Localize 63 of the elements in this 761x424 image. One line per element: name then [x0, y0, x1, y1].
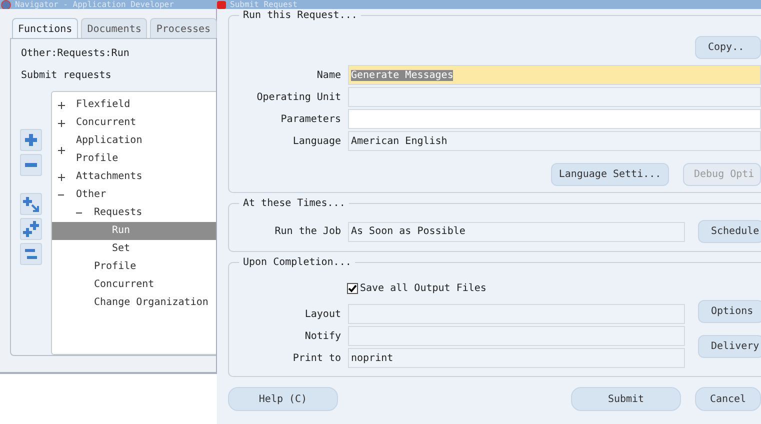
tree-item[interactable]: Concurrent: [52, 114, 216, 132]
input-field[interactable]: [348, 304, 685, 324]
expand-all-icon: [23, 196, 39, 212]
collapse-icon[interactable]: [58, 192, 64, 198]
input-field[interactable]: As Soon as Possible: [348, 222, 685, 242]
language-settings-button[interactable]: Language Setti...: [551, 163, 669, 186]
plus-cluster-icon: [23, 221, 39, 237]
expand-all-button[interactable]: [20, 193, 42, 215]
tree-item[interactable]: Set: [52, 240, 216, 258]
field-label: Name: [316, 70, 342, 80]
expand-icon[interactable]: [58, 174, 65, 180]
plus-icon: [23, 132, 39, 148]
group-legend: Upon Completion...: [239, 257, 356, 268]
tab[interactable]: Functions: [12, 18, 78, 38]
description-text: Submit requests: [20, 69, 112, 83]
plus-button[interactable]: [20, 129, 42, 151]
schedule-button[interactable]: Schedule: [698, 220, 761, 243]
path-text: Other:Requests:Run: [20, 47, 130, 61]
field-label: Run the Job: [274, 226, 342, 237]
tab[interactable]: Processes: [150, 18, 217, 38]
input-field[interactable]: noprint: [348, 348, 685, 368]
plus-cluster-button[interactable]: [20, 218, 42, 240]
side-button[interactable]: Options: [698, 300, 761, 323]
expand-icon[interactable]: [58, 146, 65, 154]
input-field[interactable]: American English: [348, 131, 761, 151]
footer-button[interactable]: Submit: [571, 387, 681, 411]
tab[interactable]: Documents: [81, 18, 148, 38]
field-label: Print to: [292, 352, 342, 364]
collapse-icon[interactable]: [76, 210, 82, 216]
tree-item[interactable]: Profile: [52, 258, 216, 276]
minus-button[interactable]: [20, 154, 42, 176]
footer-button[interactable]: Cancel: [695, 387, 761, 411]
expand-icon[interactable]: [58, 102, 65, 108]
field-label: Notify: [304, 330, 342, 342]
input-field[interactable]: [348, 109, 761, 129]
input-field[interactable]: Generate Messages: [348, 65, 761, 85]
minus-cluster-button[interactable]: [20, 243, 42, 265]
tree-item[interactable]: Application Profile: [52, 132, 216, 168]
expand-icon[interactable]: [58, 120, 65, 126]
field-label: Parameters: [280, 114, 342, 124]
tree-item[interactable]: Attachments: [52, 168, 216, 186]
copy-button[interactable]: Copy..: [695, 36, 761, 59]
field-label: Operating Unit: [256, 92, 342, 102]
tree-item[interactable]: Change Organization: [52, 294, 216, 312]
tree-item[interactable]: Other: [52, 186, 216, 204]
field-label: Layout: [304, 308, 342, 320]
minus-cluster-icon: [23, 246, 39, 262]
window-title: Navigator - Application Developer: [15, 0, 174, 9]
input-field[interactable]: [348, 326, 685, 346]
field-label: Language: [292, 136, 342, 146]
help-button[interactable]: Help (C): [228, 387, 338, 411]
globe-icon: [1, 0, 11, 9]
app-icon: [217, 0, 226, 8]
side-button[interactable]: Delivery: [698, 335, 761, 358]
checkbox[interactable]: [347, 283, 358, 294]
input-field[interactable]: [348, 87, 761, 107]
group-legend: At these Times...: [239, 198, 350, 209]
tree-item[interactable]: Requests: [52, 204, 216, 222]
tree-item[interactable]: Flexfield: [52, 96, 216, 114]
checkbox-label: Save all Output Files: [360, 283, 486, 294]
tree-item[interactable]: Concurrent: [52, 276, 216, 294]
window-title: Submit Request: [230, 0, 298, 9]
group-legend: Run this Request...: [239, 10, 362, 21]
